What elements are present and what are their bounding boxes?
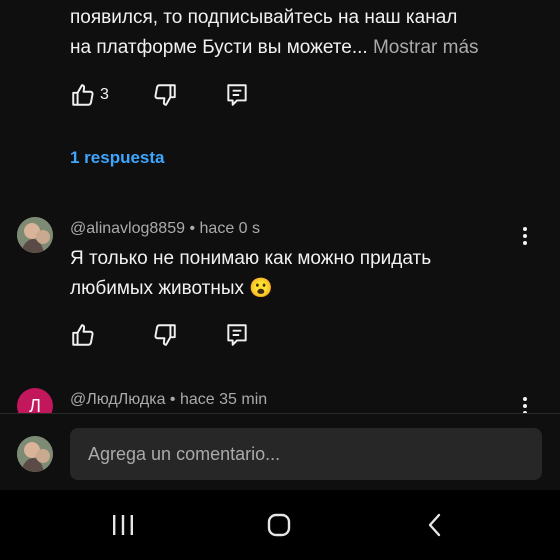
dislike-icon	[152, 82, 178, 108]
comment-meta: @ЛюдЛюдка • hace 35 min	[70, 391, 267, 409]
comment-time: hace 35 min	[179, 391, 268, 408]
comment-text: на платформе Бусти вы можете...	[70, 37, 368, 58]
show-more-link[interactable]: Mostrar más	[373, 37, 479, 58]
like-button[interactable]	[70, 322, 96, 353]
author-name[interactable]: @alinavlog8859	[70, 220, 185, 237]
recents-button[interactable]	[110, 512, 136, 538]
reply-icon	[224, 82, 250, 108]
dislike-icon	[152, 322, 178, 348]
comment-meta: @alinavlog8859 • hace 0 s	[70, 220, 260, 238]
avatar	[17, 436, 53, 472]
back-button[interactable]	[422, 512, 448, 538]
dislike-button[interactable]	[152, 322, 178, 353]
author-name[interactable]: @ЛюдЛюдка	[70, 391, 165, 408]
system-nav-bar	[0, 490, 560, 560]
comment-input-placeholder: Agrega un comentario...	[88, 443, 281, 464]
more-vert-icon	[523, 227, 527, 245]
home-icon	[267, 513, 291, 537]
comment-menu-button[interactable]	[513, 224, 537, 248]
comment-text-line: Я только не понимаю как можно придать	[70, 248, 432, 269]
avatar[interactable]	[17, 217, 53, 253]
comment-text-line: на платформе Бусти вы можете... Mostrar …	[70, 33, 479, 63]
like-icon	[70, 322, 96, 348]
like-button[interactable]: 3	[70, 82, 109, 108]
comment-input[interactable]: Agrega un comentario...	[70, 428, 542, 480]
back-icon	[428, 513, 441, 537]
comment-text: любимых животных	[70, 278, 245, 299]
like-icon	[70, 82, 96, 108]
reply-button[interactable]	[224, 322, 250, 353]
home-button[interactable]	[266, 512, 292, 538]
emoji: 😮	[249, 278, 273, 299]
like-count: 3	[100, 86, 109, 103]
comment-text-line: любимых животных 😮	[70, 274, 273, 304]
reply-icon	[224, 322, 250, 348]
separator-dot: •	[169, 391, 176, 408]
replies-link[interactable]: 1 respuesta	[70, 148, 165, 168]
comment-time: hace 0 s	[199, 220, 260, 237]
reply-button[interactable]	[224, 82, 250, 113]
separator-dot: •	[189, 220, 196, 237]
recents-icon	[113, 515, 133, 535]
comment-text-line: появился, то подписывайтесь на наш канал	[70, 7, 458, 28]
dislike-button[interactable]	[152, 82, 178, 113]
